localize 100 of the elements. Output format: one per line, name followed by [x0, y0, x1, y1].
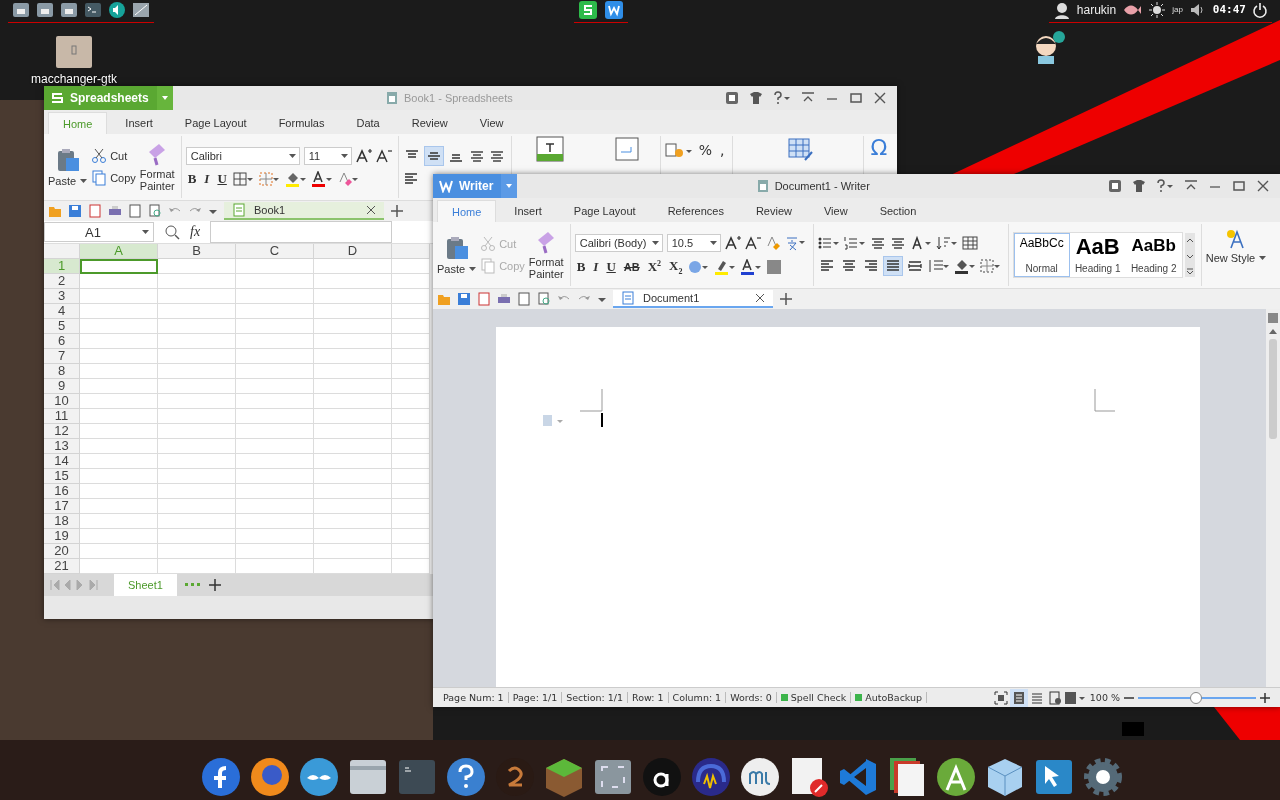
- print-icon[interactable]: [108, 204, 122, 218]
- terminal-icon[interactable]: [84, 0, 102, 19]
- grid-cell[interactable]: [158, 409, 236, 424]
- grid-cell[interactable]: [158, 424, 236, 439]
- close-icon[interactable]: [873, 91, 887, 105]
- caret-icon[interactable]: [505, 183, 514, 189]
- grid-cell[interactable]: [236, 289, 314, 304]
- speaker-icon[interactable]: [108, 0, 126, 19]
- grid-cell[interactable]: [158, 484, 236, 499]
- grid-cell[interactable]: [314, 529, 392, 544]
- maximize-icon[interactable]: [1232, 179, 1246, 193]
- grid-cell[interactable]: [392, 484, 430, 499]
- grid-cell[interactable]: [314, 454, 392, 469]
- align-justify-button[interactable]: [883, 257, 902, 275]
- bullets-icon[interactable]: [817, 235, 840, 251]
- grid-cell[interactable]: [236, 259, 314, 274]
- print-preview-icon[interactable]: [128, 204, 142, 218]
- grid-cell[interactable]: [158, 334, 236, 349]
- grid-cell[interactable]: [314, 394, 392, 409]
- grid-cell[interactable]: [392, 469, 430, 484]
- mu-editor-icon[interactable]: [739, 756, 781, 798]
- dropdown-arrow-icon[interactable]: [651, 241, 659, 246]
- wrap-text-icon[interactable]: [613, 136, 640, 162]
- grid-cell[interactable]: [392, 334, 430, 349]
- grid-cell[interactable]: [158, 394, 236, 409]
- grid-cell[interactable]: [236, 409, 314, 424]
- zoom-in-icon[interactable]: [1260, 692, 1270, 703]
- grid-cell[interactable]: [314, 334, 392, 349]
- scroll-up-icon[interactable]: [1268, 327, 1278, 335]
- letter-a-app-icon[interactable]: [641, 756, 683, 798]
- save-icon[interactable]: [457, 292, 471, 306]
- format-button[interactable]: X$_{2}$: [667, 258, 685, 276]
- preview-icon[interactable]: [537, 292, 551, 306]
- grid-cell[interactable]: [158, 289, 236, 304]
- export-pdf-icon[interactable]: [477, 292, 491, 306]
- shirt-icon[interactable]: [749, 91, 763, 105]
- more-sheets-icon[interactable]: [184, 582, 201, 588]
- select-all-corner[interactable]: [44, 244, 80, 259]
- close-icon[interactable]: [755, 293, 765, 303]
- row-header[interactable]: 2: [44, 274, 80, 289]
- status-toggle[interactable]: Spell Check: [776, 692, 852, 703]
- grid-cell[interactable]: [236, 544, 314, 559]
- headphones-icon[interactable]: [690, 756, 732, 798]
- ribbon-tab[interactable]: Page Layout: [559, 200, 650, 222]
- firefox-icon[interactable]: [249, 756, 291, 798]
- save-icon[interactable]: [68, 204, 82, 218]
- grid-cell[interactable]: [158, 364, 236, 379]
- ribbon-tab[interactable]: View: [465, 112, 518, 134]
- grid-cell[interactable]: [158, 259, 236, 274]
- ribbon-tab[interactable]: Review: [397, 112, 462, 134]
- help-icon[interactable]: [445, 756, 487, 798]
- grid-cell[interactable]: [236, 484, 314, 499]
- zoom-icon[interactable]: [164, 224, 180, 240]
- grid-cell[interactable]: [314, 544, 392, 559]
- grid-cell[interactable]: [80, 469, 158, 484]
- grid-cell[interactable]: [158, 514, 236, 529]
- mini-window-thumbnail[interactable]: [1122, 722, 1144, 736]
- sort-icon[interactable]: [935, 235, 958, 251]
- copy-button[interactable]: Copy: [91, 170, 136, 186]
- font-name-field[interactable]: Calibri (Body): [574, 234, 663, 253]
- format-painter-button[interactable]: Format Painter: [528, 230, 564, 280]
- shrink-font-icon[interactable]: [375, 148, 392, 164]
- paragraph-menu-icon[interactable]: [542, 415, 566, 427]
- skin-icon[interactable]: [725, 91, 739, 105]
- grid-cell[interactable]: [392, 424, 430, 439]
- open-folder-icon[interactable]: [437, 292, 451, 306]
- grid-cell[interactable]: [158, 274, 236, 289]
- row-header[interactable]: 7: [44, 349, 80, 364]
- new-style-button[interactable]: New Style: [1205, 224, 1267, 286]
- ribbon-tab[interactable]: Insert: [111, 112, 167, 134]
- grid-cell[interactable]: [80, 409, 158, 424]
- grid-cell[interactable]: [314, 499, 392, 514]
- grid-cell[interactable]: [80, 544, 158, 559]
- grid-cell[interactable]: [392, 349, 430, 364]
- grid-cell[interactable]: [236, 454, 314, 469]
- keyboard-layout-label[interactable]: jap: [1172, 5, 1183, 14]
- grid-cell[interactable]: [314, 289, 392, 304]
- grid-cell[interactable]: [158, 544, 236, 559]
- shading-icon[interactable]: [953, 258, 976, 274]
- avatar-icon[interactable]: [1052, 0, 1071, 19]
- currency-icon[interactable]: [664, 142, 693, 160]
- grid-cell[interactable]: [392, 409, 430, 424]
- add-sheet-icon[interactable]: [208, 579, 221, 591]
- grid-cell[interactable]: [392, 514, 430, 529]
- grid-cell[interactable]: [236, 514, 314, 529]
- grid-cell[interactable]: [236, 529, 314, 544]
- table-icon[interactable]: [961, 235, 978, 251]
- grid-cell[interactable]: [392, 499, 430, 514]
- grid-cell[interactable]: [236, 469, 314, 484]
- grid-cell[interactable]: [80, 379, 158, 394]
- ribbon-tab[interactable]: References: [653, 200, 738, 222]
- column-header[interactable]: B: [158, 244, 236, 259]
- row-header[interactable]: 5: [44, 319, 80, 334]
- fullscreen-view-button[interactable]: [991, 688, 1010, 707]
- row-header[interactable]: 4: [44, 304, 80, 319]
- open-folder-icon[interactable]: [48, 204, 62, 218]
- text-direction-icon[interactable]: [909, 235, 932, 251]
- scrollbar-thumb[interactable]: [1269, 339, 1277, 439]
- paste-button[interactable]: Paste: [437, 235, 477, 275]
- grid-cell[interactable]: [236, 379, 314, 394]
